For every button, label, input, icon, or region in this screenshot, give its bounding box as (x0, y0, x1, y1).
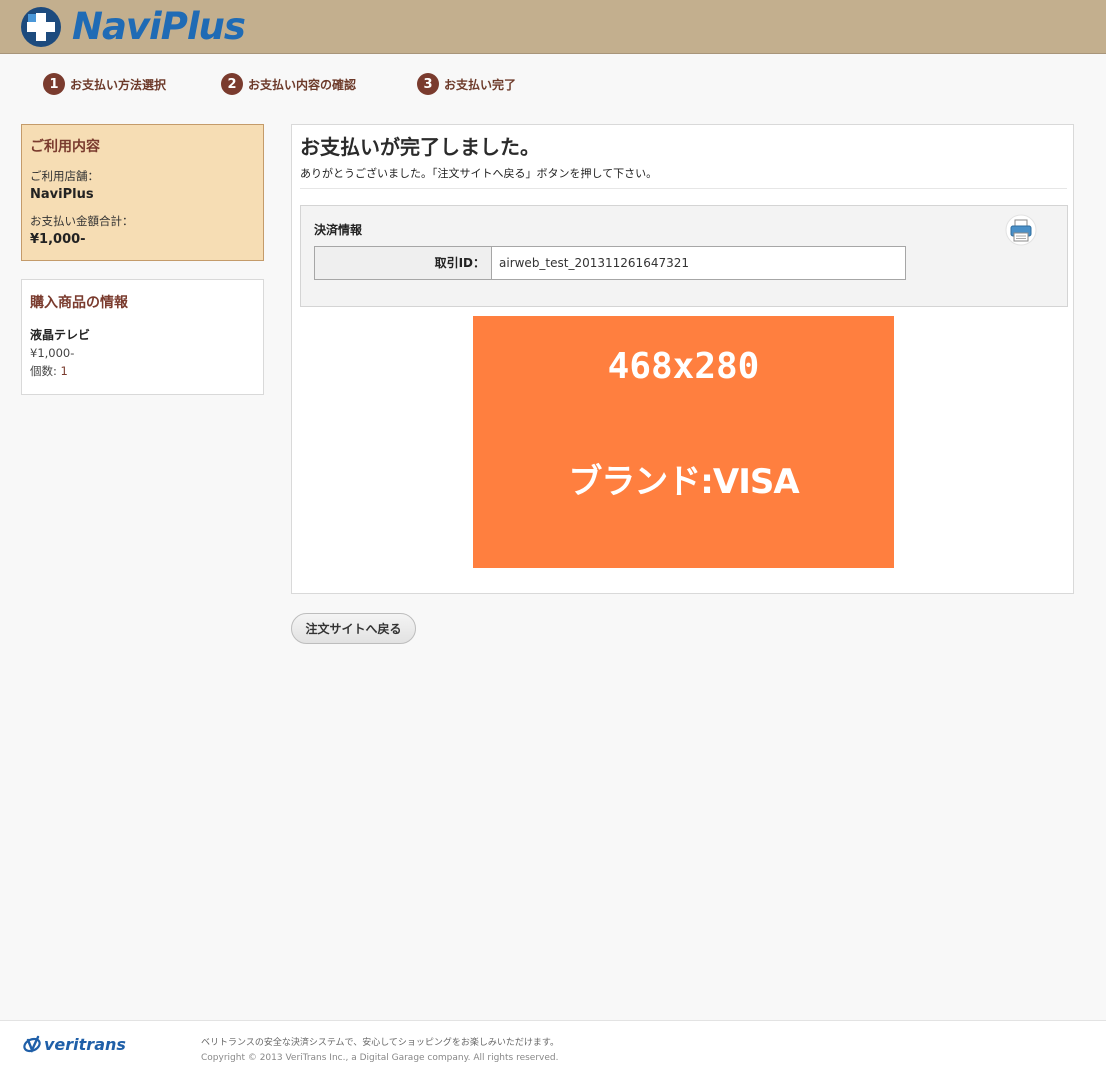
footer-tagline: ベリトランスの安全な決済システムで、安心してショッピングをお楽しみいただけます。 (201, 1038, 560, 1048)
footer: veritrans ベリトランスの安全な決済システムで、安心してショッピングをお… (0, 1020, 1106, 1079)
brand-name: NaviPlus (72, 5, 246, 48)
store-label: ご利用店舗： (30, 169, 99, 183)
header: NaviPlus (0, 0, 1106, 54)
veritrans-brand: veritrans (44, 1034, 126, 1054)
step-1-label: お支払い方法選択 (70, 77, 167, 92)
veritrans-logo[interactable]: veritrans (22, 1034, 126, 1054)
payment-info-box: 決済情報 取引ID： airweb_test_201311261647321 (300, 205, 1068, 307)
transaction-id-row: 取引ID： airweb_test_201311261647321 (314, 246, 906, 280)
banner-brand-text: ブランド:VISA (568, 462, 799, 502)
payment-complete-panel: お支払いが完了しました。 ありがとうございました。「注文サイトへ戻る」ボタンを押… (291, 124, 1074, 594)
banner-size-text: 468x280 (607, 346, 760, 387)
step-2: 2 お支払い内容の確認 (221, 73, 356, 95)
ad-banner[interactable]: 468x280 ブランド:VISA (473, 316, 894, 568)
product-price: ¥1,000- (30, 346, 75, 360)
footer-text: ベリトランスの安全な決済システムで、安心してショッピングをお楽しみいただけます。… (201, 1036, 559, 1066)
total-label: お支払い金額合計： (30, 214, 134, 228)
step-1: 1 お支払い方法選択 (43, 73, 166, 95)
step-1-number: 1 (43, 73, 65, 95)
veritrans-swoosh-icon (23, 1035, 41, 1054)
step-2-label: お支払い内容の確認 (248, 77, 357, 92)
footer-copyright: Copyright © 2013 VeriTrans Inc., a Digit… (201, 1053, 559, 1063)
total-value: ¥1,000- (30, 232, 86, 247)
quantity-label: 個数: (30, 364, 57, 378)
items-title: 購入商品の情報 (30, 295, 128, 311)
purchased-items-box: 購入商品の情報 液晶テレビ ¥1,000- 個数: 1 (21, 279, 264, 395)
quantity-value: 1 (60, 364, 68, 378)
transaction-id-value: airweb_test_201311261647321 (499, 256, 690, 270)
product-quantity: 個数: 1 (30, 363, 255, 379)
store-name: NaviPlus (30, 187, 94, 202)
return-to-order-site-button[interactable]: 注文サイトへ戻る (291, 613, 416, 644)
medical-cross-icon (21, 7, 61, 47)
step-2-number: 2 (221, 73, 243, 95)
page-title: お支払いが完了しました。 (300, 135, 540, 159)
usage-summary-box: ご利用内容 ご利用店舗： NaviPlus お支払い金額合計： ¥1,000- (21, 124, 264, 261)
thanks-message: ありがとうございました。「注文サイトへ戻る」ボタンを押して下さい。 (300, 167, 658, 180)
naviplus-logo[interactable]: NaviPlus (21, 5, 246, 48)
usage-title: ご利用内容 (30, 139, 100, 155)
divider (300, 188, 1067, 189)
step-3-label: お支払い完了 (444, 77, 517, 92)
product-name: 液晶テレビ (30, 328, 91, 342)
transaction-id-label: 取引ID： (315, 247, 492, 279)
payment-info-title: 決済情報 (314, 223, 363, 237)
printer-icon[interactable] (1004, 214, 1038, 246)
step-3: 3 お支払い完了 (417, 73, 516, 95)
step-3-number: 3 (417, 73, 439, 95)
